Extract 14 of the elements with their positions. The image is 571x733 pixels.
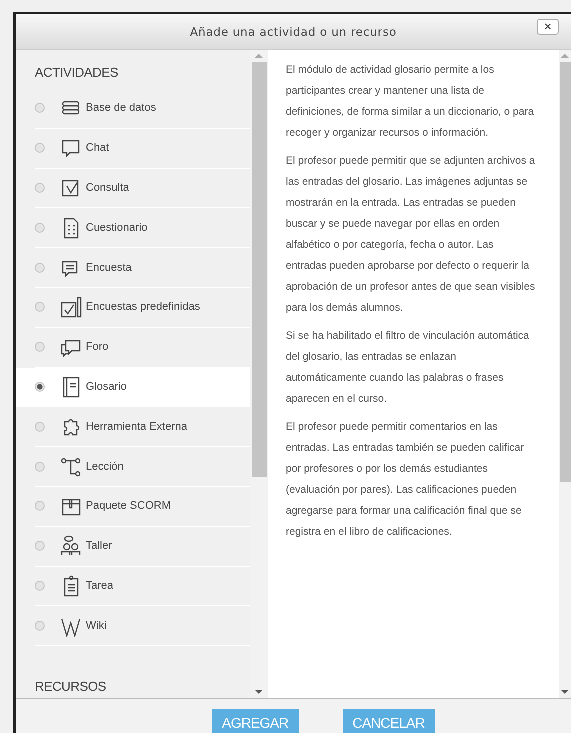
module-option[interactable]: Encuestas predefinidas: [35, 288, 250, 328]
description-paragraph: El módulo de actividad glosario permite a los participantes crear y mantener una lista de definiciones, de forma similar a un diccionario, o para recoger y organizar recursos o información.: [286, 63, 536, 141]
module-option[interactable]: Paquete SCORM: [35, 486, 250, 527]
module-option[interactable]: Taller: [35, 526, 250, 567]
module-option[interactable]: Tarea: [35, 566, 250, 606]
description-paragraph: Si se ha habilitado el filtro de vinculación automática del glosario, las entradas se enlazan automáticamente cuando las palabras o frases aparecen en el curso.: [286, 329, 530, 407]
module-option[interactable]: Glosario: [16, 368, 250, 408]
description-paragraph: El profesor puede permitir que se adjunten archivos a las entradas del glosario. Las imágenes adjuntas se mostrarán en la entrada. Las entradas se pueden buscar y se puede navegar por ellas en orden alfabético o por categoría, fecha o autor. Las entradas pueden aprobarse por defecto o requerir la aprobación de un profesor antes de que sean visibles para los demás alumnos.: [286, 154, 536, 316]
section-heading: RECURSOS: [34, 678, 108, 696]
dialog-title: Añade una actividad o un recurso: [190, 24, 397, 38]
module-option[interactable]: Base de datos: [35, 89, 250, 129]
close-button[interactable]: ×: [537, 19, 559, 35]
description-paragraph: El profesor puede permitir comentarios en las entradas. Las entradas también se pueden calificar por profesores o por los demás estudiantes (evaluación por pares). Las calificaciones pueden agregarse para formar una calificación final que se registra en el libro de calificaciones.: [286, 420, 526, 540]
section-heading: ACTIVIDADES: [34, 64, 120, 82]
